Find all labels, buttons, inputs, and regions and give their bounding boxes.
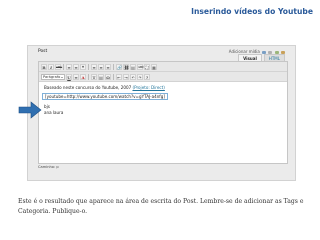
special-char-button[interactable]: Ω xyxy=(105,73,111,80)
paste-text-button[interactable]: T xyxy=(91,73,97,80)
content-paragraph: Baseado neste concurso do Youtube, 2007 … xyxy=(44,85,282,91)
strikethrough-button[interactable]: ABC xyxy=(55,63,62,70)
pointer-arrow-icon xyxy=(18,101,42,119)
slide-title: Inserindo vídeos do Youtube xyxy=(191,7,313,16)
editor-toolbar-row-2: Parágrafo U ≡ A T ▤ Ω ⇤ ⇥ ↶ ↷ ? xyxy=(39,72,287,82)
bullet-list-button[interactable]: ≡ xyxy=(66,63,72,70)
editor-path: Caminho: p xyxy=(38,165,59,169)
toolbar-separator xyxy=(88,73,89,80)
more-tag-icon[interactable]: ▤ xyxy=(130,63,136,70)
slide-caption: Este é o resultado que aparece na área d… xyxy=(18,198,304,215)
toolbar-separator xyxy=(88,63,89,70)
editor-toolbar-row-1: B I ABC ≡ ≡ ❝ ≡ ≡ ≡ 🔗 ⛓ ▤ ABC ⛶ ▦ xyxy=(39,62,287,72)
kitchen-sink-icon[interactable]: ▦ xyxy=(151,63,157,70)
numbered-list-button[interactable]: ≡ xyxy=(73,63,79,70)
editor-screenshot: Post Adicionar mídia Visual HTML B I ABC… xyxy=(18,45,296,181)
outdent-icon[interactable]: ⇤ xyxy=(116,73,122,80)
toolbar-separator xyxy=(63,63,64,70)
undo-icon[interactable]: ↶ xyxy=(130,73,136,80)
format-select[interactable]: Parágrafo xyxy=(41,73,65,80)
post-editor[interactable]: B I ABC ≡ ≡ ❝ ≡ ≡ ≡ 🔗 ⛓ ▤ ABC ⛶ ▦ Parágr… xyxy=(38,61,288,164)
editor-content[interactable]: Baseado neste concurso do Youtube, 2007 … xyxy=(39,82,287,120)
blockquote-button[interactable]: ❝ xyxy=(80,63,86,70)
paste-word-icon[interactable]: ▤ xyxy=(98,73,104,80)
align-center-button[interactable]: ≡ xyxy=(98,63,104,70)
unlink-icon[interactable]: ⛓ xyxy=(123,63,129,70)
post-label: Post xyxy=(38,49,48,54)
align-left-button[interactable]: ≡ xyxy=(91,63,97,70)
justify-button[interactable]: ≡ xyxy=(73,73,79,80)
link-icon[interactable]: 🔗 xyxy=(116,63,122,70)
text-color-button[interactable]: A xyxy=(80,73,86,80)
underline-button[interactable]: U xyxy=(66,73,72,80)
content-text: Baseado neste concurso do Youtube, 2007 xyxy=(44,85,133,90)
indent-icon[interactable]: ⇥ xyxy=(123,73,129,80)
spellcheck-button[interactable]: ABC xyxy=(137,63,144,70)
author-name: ana laura xyxy=(44,109,64,115)
italic-button[interactable]: I xyxy=(48,63,54,70)
bold-button[interactable]: B xyxy=(41,63,47,70)
toolbar-separator xyxy=(113,73,114,80)
toolbar-separator xyxy=(113,63,114,70)
redo-icon[interactable]: ↷ xyxy=(137,73,143,80)
align-right-button[interactable]: ≡ xyxy=(105,63,111,70)
fullscreen-icon[interactable]: ⛶ xyxy=(144,63,150,70)
help-button[interactable]: ? xyxy=(144,73,150,80)
youtube-embed-code: [youtube=http://www.youtube.com/watch?v=… xyxy=(42,92,168,100)
project-link[interactable]: (Projeto: Direct) xyxy=(132,85,164,90)
